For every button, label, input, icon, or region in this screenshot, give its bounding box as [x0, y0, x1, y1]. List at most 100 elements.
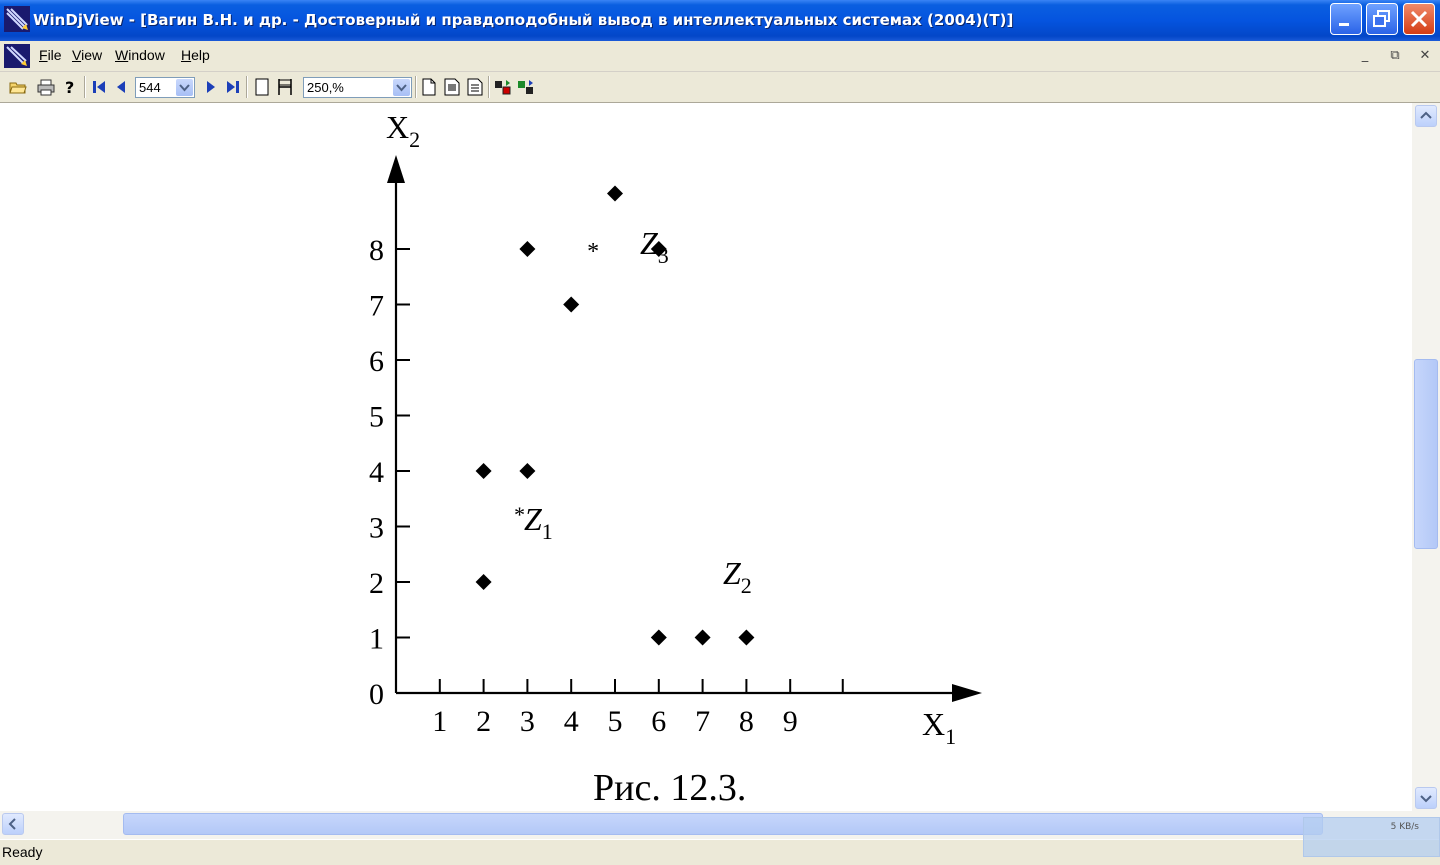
toolbar: ? 544 250,% — [0, 72, 1440, 103]
menu-view[interactable]: View — [72, 47, 102, 63]
x-tick-label: 1 — [432, 705, 447, 738]
menu-window[interactable]: Window — [115, 47, 165, 63]
document-view[interactable]: 1 2 3 4 5 6 7 8 9 0 1 2 3 4 5 6 7 8 * X2 X1 *Z1 Z2 Z3 Рис.… — [0, 103, 1412, 811]
vertical-scroll-thumb[interactable] — [1414, 359, 1438, 549]
chevron-left-icon — [8, 818, 16, 830]
menu-file[interactable]: File — [39, 47, 62, 63]
data-point — [519, 463, 536, 479]
data-point — [694, 629, 711, 646]
menu-bar: File View Window Help _ ⧉ ✕ — [0, 41, 1440, 72]
fit-page-icon[interactable] — [253, 78, 271, 96]
data-point — [475, 463, 492, 479]
menu-help[interactable]: Help — [181, 47, 210, 63]
chevron-down-icon — [396, 84, 407, 92]
chevron-down-icon — [1420, 795, 1432, 803]
y-tick-label: 5 — [369, 401, 384, 434]
app-icon — [4, 6, 30, 32]
y-tick-label: 3 — [369, 512, 384, 545]
toolbar-separator — [415, 76, 417, 98]
mdi-restore-icon[interactable]: ⧉ — [1387, 49, 1403, 63]
y-axis-label: X2 — [386, 109, 420, 152]
scroll-up-button[interactable] — [1415, 105, 1437, 127]
restore-button[interactable] — [1366, 3, 1398, 35]
centroid-star: * — [587, 239, 599, 265]
x-tick-label: 7 — [695, 705, 710, 738]
zoom-combo[interactable]: 250,% — [303, 77, 412, 98]
data-point — [607, 185, 623, 202]
chevron-up-icon — [1420, 111, 1432, 119]
close-button[interactable] — [1403, 3, 1435, 35]
y-tick-label: 4 — [369, 456, 384, 489]
first-page-icon[interactable] — [90, 78, 108, 96]
data-point — [563, 296, 580, 313]
toolbar-separator — [246, 76, 248, 98]
toolbar-separator — [84, 76, 86, 98]
x-tick-label: 5 — [608, 705, 623, 738]
document-icon[interactable] — [4, 44, 30, 68]
cluster-label-z3: Z3 — [640, 225, 669, 268]
x-tick-label: 4 — [564, 705, 579, 738]
chevron-down-icon — [179, 84, 190, 92]
y-tick-label: 6 — [369, 345, 384, 378]
cluster-label-z2: Z2 — [723, 555, 752, 598]
page-number-value: 544 — [139, 80, 161, 95]
page-dropdown-button[interactable] — [176, 79, 193, 96]
chart-marks: 1 2 3 4 5 6 7 8 9012345678 * — [369, 185, 844, 738]
network-meter: 5 KB/s — [1303, 817, 1440, 857]
close-icon — [1410, 10, 1428, 28]
y-tick-label: 2 — [369, 567, 384, 600]
chart-labels: X2 X1 *Z1 Z2 Z3 Рис. 12.3. — [386, 109, 956, 809]
cluster-label-z1: *Z1 — [513, 501, 553, 544]
figure-caption: Рис. 12.3. — [593, 767, 746, 809]
x-axis-label: X1 — [922, 706, 956, 749]
svg-text:?: ? — [65, 78, 74, 96]
continuous-page-icon[interactable] — [443, 78, 461, 96]
minimize-icon — [1339, 23, 1349, 26]
data-point — [650, 629, 667, 646]
help-icon[interactable]: ? — [61, 78, 79, 96]
data-point — [738, 629, 755, 646]
x-tick-label: 6 — [651, 705, 666, 738]
zoom-dropdown-button[interactable] — [393, 79, 410, 96]
chart-axes — [387, 155, 982, 702]
y-tick-label: 0 — [369, 678, 384, 711]
zoom-value: 250,% — [307, 80, 344, 95]
facing-pages-icon[interactable] — [466, 78, 484, 96]
y-tick-label: 8 — [369, 234, 384, 267]
rotate-left-icon[interactable] — [494, 78, 512, 96]
last-page-icon[interactable] — [224, 78, 242, 96]
window-title: WinDjView - [Вагин В.Н. и др. - Достовер… — [33, 11, 1014, 29]
single-page-icon[interactable] — [420, 78, 438, 96]
rotate-right-icon[interactable] — [517, 78, 535, 96]
horizontal-scroll-thumb[interactable] — [123, 813, 1323, 835]
data-point — [475, 574, 492, 590]
title-bar[interactable]: WinDjView - [Вагин В.Н. и др. - Достовер… — [0, 0, 1440, 41]
y-tick-label: 7 — [369, 290, 384, 323]
scatter-figure: 1 2 3 4 5 6 7 8 9012345678 * X2 X1 *Z1 Z2 Z3 Рис.… — [369, 109, 982, 809]
mdi-close-icon[interactable]: ✕ — [1417, 49, 1433, 63]
data-point — [519, 241, 536, 257]
x-axis-arrow — [952, 684, 982, 702]
network-rate: 5 KB/s — [1390, 822, 1419, 832]
horizontal-scrollbar[interactable] — [0, 811, 1440, 839]
minimize-button[interactable] — [1330, 3, 1362, 35]
y-tick-label: 1 — [369, 623, 384, 656]
scroll-down-button[interactable] — [1415, 787, 1437, 809]
print-icon[interactable] — [37, 78, 55, 96]
status-text: Ready — [2, 844, 43, 860]
mdi-minimize-icon[interactable]: _ — [1357, 49, 1373, 63]
status-bar: Ready — [0, 839, 1440, 865]
x-tick-label: 8 — [739, 705, 754, 738]
x-tick-label: 2 — [476, 705, 491, 738]
fit-width-icon[interactable] — [276, 78, 294, 96]
vertical-scrollbar[interactable] — [1412, 103, 1440, 811]
x-tick-label: 3 — [520, 705, 535, 738]
next-page-icon[interactable] — [201, 78, 219, 96]
toolbar-separator — [488, 76, 490, 98]
open-folder-icon[interactable] — [9, 78, 27, 96]
x-tick-label: 9 — [783, 705, 798, 738]
previous-page-icon[interactable] — [113, 78, 131, 96]
page-number-combo[interactable]: 544 — [135, 77, 195, 98]
restore-icon — [1373, 10, 1390, 27]
scroll-left-button[interactable] — [2, 813, 24, 835]
